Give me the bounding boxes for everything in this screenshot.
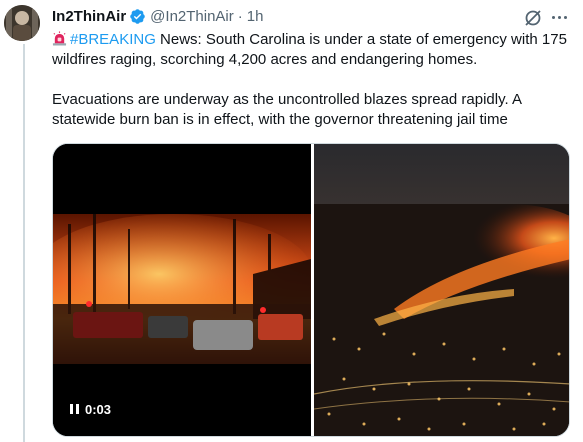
aerial-fire-photo[interactable]	[313, 144, 569, 436]
tweet-text: #BREAKING News: South Carolina is under …	[52, 30, 572, 130]
hashtag-breaking[interactable]: #BREAKING	[70, 31, 156, 48]
pause-icon[interactable]	[70, 404, 79, 414]
tweet-paragraph-1: #BREAKING News: South Carolina is under …	[52, 30, 572, 70]
paragraph-2-text: Evacuations are underway as the uncontro…	[52, 91, 522, 128]
tweet[interactable]: In2ThinAir @In2ThinAir · 1h #BREAKING Ne…	[0, 0, 583, 442]
tweet-header: In2ThinAir @In2ThinAir · 1h	[52, 6, 263, 26]
verified-badge-icon	[129, 8, 146, 25]
siren-icon	[52, 31, 67, 46]
timestamp[interactable]: 1h	[247, 8, 264, 25]
tweet-paragraph-2: Evacuations are underway as the uncontro…	[52, 90, 572, 130]
author-name[interactable]: In2ThinAir	[52, 8, 126, 25]
avatar[interactable]	[4, 5, 40, 41]
video-duration: 0:03	[85, 401, 112, 417]
grok-icon[interactable]	[523, 8, 543, 28]
more-options-icon[interactable]	[548, 7, 570, 27]
video-time-badge: 0:03	[64, 398, 118, 420]
separator-dot: ·	[237, 7, 243, 25]
author-handle[interactable]: @In2ThinAir	[150, 8, 234, 25]
video-player[interactable]: 0:03	[53, 144, 313, 436]
thread-line	[23, 44, 25, 442]
media-grid: 0:03	[52, 143, 570, 437]
